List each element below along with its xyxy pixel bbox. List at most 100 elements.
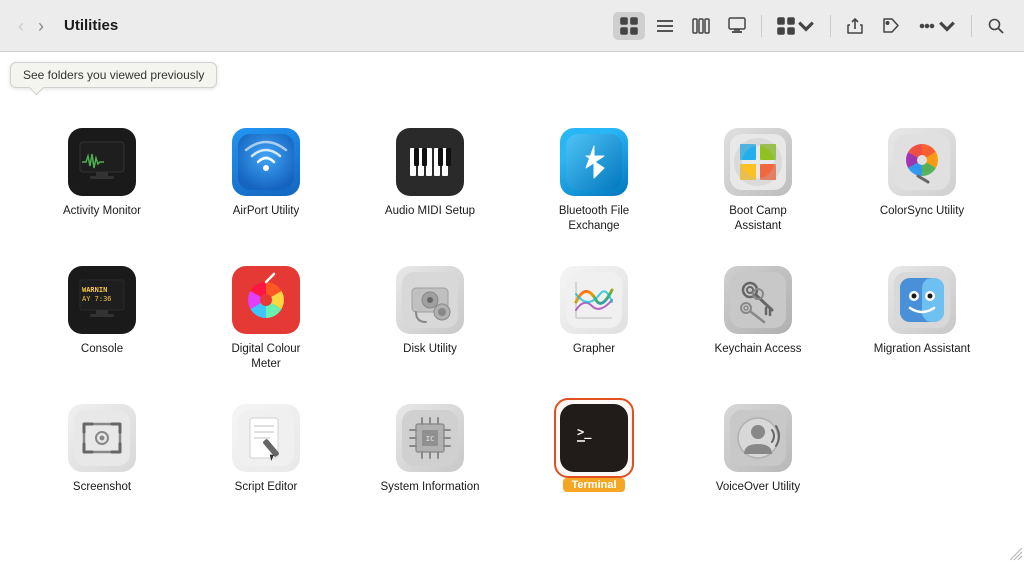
main-content: See folders you viewed previously — [0, 52, 1024, 562]
app-item-console[interactable]: WARNIN AY 7:36 Console — [20, 254, 184, 382]
app-icon-wrapper-bluetooth — [558, 126, 630, 198]
app-icon-wrapper-audio-midi — [394, 126, 466, 198]
app-label-activity-monitor: Activity Monitor — [63, 204, 141, 219]
forward-button[interactable]: › — [32, 13, 50, 39]
tag-button[interactable] — [875, 12, 907, 40]
app-item-voiceover[interactable]: VoiceOver Utility — [676, 392, 840, 505]
more-button[interactable] — [911, 12, 963, 40]
view-column-button[interactable] — [685, 12, 717, 40]
app-icon-wrapper-keychain — [722, 264, 794, 336]
grid-icon — [620, 17, 638, 35]
digital-colour-icon — [232, 266, 300, 334]
disk-utility-icon — [396, 266, 464, 334]
back-button[interactable]: ‹ — [12, 13, 30, 39]
app-icon-wrapper-terminal: >_ — [558, 402, 630, 474]
app-item-script-editor[interactable]: Script Editor — [184, 392, 348, 505]
app-label-system-info: System Information — [380, 480, 479, 495]
list-icon — [656, 17, 674, 35]
app-label-migration: Migration Assistant — [874, 342, 971, 357]
resize-handle[interactable] — [1008, 546, 1024, 562]
app-item-bootcamp[interactable]: Boot Camp Assistant — [676, 116, 840, 244]
app-label-airport-utility: AirPort Utility — [233, 204, 299, 219]
bluetooth-icon — [560, 128, 628, 196]
svg-text:>_: >_ — [577, 425, 592, 440]
app-item-system-info[interactable]: IC System Information — [348, 392, 512, 505]
chevron-down-2-icon — [938, 17, 956, 35]
app-label-console: Console — [81, 342, 123, 357]
app-label-voiceover: VoiceOver Utility — [716, 480, 800, 495]
app-icon-wrapper-console: WARNIN AY 7:36 — [66, 264, 138, 336]
content-area: See folders you viewed previously — [0, 52, 1024, 562]
app-item-bluetooth[interactable]: Bluetooth File Exchange — [512, 116, 676, 244]
arrange-button[interactable] — [770, 12, 822, 40]
tooltip-bubble: See folders you viewed previously — [10, 62, 217, 88]
toolbar-view-controls — [613, 12, 1012, 40]
app-label-script-editor: Script Editor — [235, 480, 298, 495]
tag-icon — [882, 17, 900, 35]
toolbar: ‹ › Utilities — [0, 0, 1024, 52]
app-item-keychain[interactable]: Keychain Access — [676, 254, 840, 382]
app-item-terminal[interactable]: >_ Terminal — [512, 392, 676, 505]
app-label-digital-colour: Digital Colour Meter — [216, 342, 316, 372]
system-info-icon: IC — [396, 404, 464, 472]
svg-text:AY 7:36: AY 7:36 — [82, 295, 112, 303]
separator-3 — [971, 15, 972, 37]
app-item-screenshot[interactable]: Screenshot — [20, 392, 184, 505]
more-icon — [918, 17, 936, 35]
app-label-disk-utility: Disk Utility — [403, 342, 457, 357]
activity-monitor-icon — [68, 128, 136, 196]
app-icon-wrapper-script-editor — [230, 402, 302, 474]
app-label-bootcamp: Boot Camp Assistant — [708, 204, 808, 234]
app-label-keychain: Keychain Access — [715, 342, 802, 357]
column-icon — [692, 17, 710, 35]
app-icon-wrapper-voiceover — [722, 402, 794, 474]
app-icon-wrapper-activity-monitor — [66, 126, 138, 198]
app-item-airport-utility[interactable]: AirPort Utility — [184, 116, 348, 244]
terminal-icon: >_ — [560, 404, 628, 472]
migration-icon — [888, 266, 956, 334]
app-item-colorsync[interactable]: ColorSync Utility — [840, 116, 1004, 244]
airport-icon — [232, 128, 300, 196]
app-icon-wrapper-airport-utility — [230, 126, 302, 198]
app-icon-wrapper-disk-utility — [394, 264, 466, 336]
script-editor-icon — [232, 404, 300, 472]
view-gallery-button[interactable] — [721, 12, 753, 40]
grapher-icon — [560, 266, 628, 334]
svg-text:WARNIN: WARNIN — [82, 286, 107, 294]
window-title: Utilities — [64, 17, 118, 34]
view-grid-button[interactable] — [613, 12, 645, 40]
console-icon: WARNIN AY 7:36 — [68, 266, 136, 334]
app-item-migration[interactable]: Migration Assistant — [840, 254, 1004, 382]
colorsync-icon — [888, 128, 956, 196]
terminal-label-badge: Terminal — [563, 478, 624, 492]
app-icon-wrapper-colorsync — [886, 126, 958, 198]
app-icon-wrapper-system-info: IC — [394, 402, 466, 474]
svg-text:IC: IC — [426, 435, 434, 443]
app-item-disk-utility[interactable]: Disk Utility — [348, 254, 512, 382]
app-item-grapher[interactable]: Grapher — [512, 254, 676, 382]
search-button[interactable] — [980, 12, 1012, 40]
search-icon — [987, 17, 1005, 35]
app-icon-wrapper-migration — [886, 264, 958, 336]
separator-2 — [830, 15, 831, 37]
app-label-screenshot: Screenshot — [73, 480, 131, 495]
app-label-colorsync: ColorSync Utility — [880, 204, 964, 219]
separator-1 — [761, 15, 762, 37]
app-item-digital-colour[interactable]: Digital Colour Meter — [184, 254, 348, 382]
app-item-audio-midi[interactable]: Audio MIDI Setup — [348, 116, 512, 244]
view-list-button[interactable] — [649, 12, 681, 40]
app-label-audio-midi: Audio MIDI Setup — [385, 204, 475, 219]
share-icon — [846, 17, 864, 35]
keychain-icon — [724, 266, 792, 334]
app-icon-wrapper-digital-colour — [230, 264, 302, 336]
gallery-icon — [728, 17, 746, 35]
app-icon-grid: Activity Monitor — [20, 116, 1004, 515]
audio-midi-icon — [396, 128, 464, 196]
voiceover-icon — [724, 404, 792, 472]
share-button[interactable] — [839, 12, 871, 40]
app-icon-wrapper-screenshot — [66, 402, 138, 474]
chevron-down-icon — [797, 17, 815, 35]
app-item-activity-monitor[interactable]: Activity Monitor — [20, 116, 184, 244]
app-icon-wrapper-bootcamp — [722, 126, 794, 198]
nav-buttons: ‹ › — [12, 13, 50, 39]
